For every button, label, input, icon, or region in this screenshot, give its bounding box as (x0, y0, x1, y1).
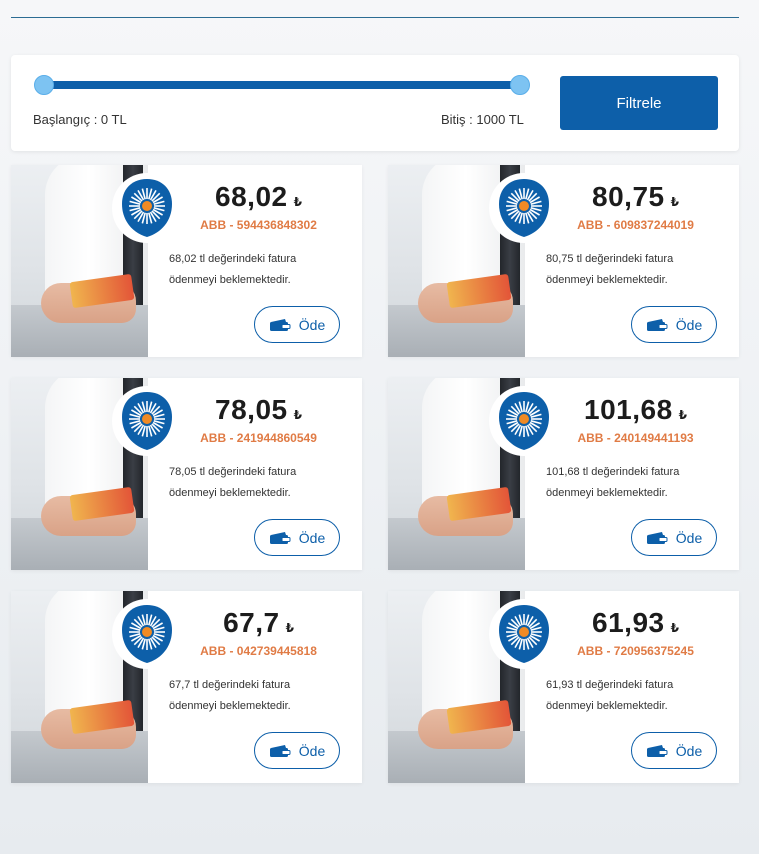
currency-symbol: ₺ (293, 195, 302, 209)
bill-description: 101,68 tl değerindeki fatura ödenmeyi be… (546, 466, 680, 499)
pay-button[interactable]: Öde (254, 732, 340, 769)
bill-amount: 101,68 (584, 394, 673, 425)
bill-card: 67,7 ₺ ABB - 042739445818 67,7 tl değerin… (11, 591, 362, 783)
wallet-icon (269, 318, 291, 332)
bill-amount: 67,7 (223, 607, 280, 638)
subscriber-number: ABB - 609837244019 (577, 218, 694, 232)
bill-description: 61,93 tl değerindeki fatura ödenmeyi bek… (546, 679, 674, 712)
range-start-label: Başlangıç : 0 TL (33, 112, 127, 127)
currency-symbol: ₺ (293, 408, 302, 422)
top-divider (11, 17, 739, 18)
pay-button-label: Öde (298, 316, 326, 333)
abb-sun-logo-icon (122, 392, 172, 450)
bill-amount: 78,05 (215, 394, 288, 425)
abb-sun-logo-icon (122, 605, 172, 663)
wallet-icon (269, 318, 291, 331)
wallet-icon (269, 744, 291, 758)
pay-button[interactable]: Öde (254, 306, 340, 343)
slider-handle-end[interactable] (510, 75, 530, 95)
bill-card: 61,93 ₺ ABB - 720956375245 61,93 tl değer… (388, 591, 739, 783)
currency-symbol: ₺ (678, 408, 687, 422)
abb-sun-logo-icon (122, 179, 172, 237)
bill-description: 78,05 tl değerindeki fatura ödenmeyi bek… (169, 466, 297, 499)
wallet-icon (646, 744, 668, 758)
subscriber-number: ABB - 042739445818 (200, 644, 317, 658)
pay-button[interactable]: Öde (254, 519, 340, 556)
abb-sun-logo-icon (499, 392, 549, 450)
wallet-icon (646, 744, 668, 757)
pay-button-label: Öde (675, 742, 703, 759)
filter-panel: Başlangıç : 0 TL Bitiş : 1000 TL Filtrel… (11, 55, 739, 151)
wallet-icon (269, 531, 291, 544)
pay-button[interactable]: Öde (631, 732, 717, 769)
pay-button-label: Öde (675, 316, 703, 333)
currency-symbol: ₺ (285, 621, 294, 635)
wallet-icon (646, 318, 668, 331)
subscriber-number: ABB - 241944860549 (200, 431, 317, 445)
price-range-slider-track[interactable] (44, 81, 519, 89)
abb-sun-logo-icon (499, 605, 549, 663)
bill-card: 68,02 ₺ ABB - 594436848302 68,02 tl değer… (11, 165, 362, 357)
bill-card: 78,05 ₺ ABB - 241944860549 78,05 tl değer… (11, 378, 362, 570)
pay-button-label: Öde (298, 742, 326, 759)
bill-amount: 80,75 (592, 181, 665, 212)
pay-button-label: Öde (298, 529, 326, 546)
pay-button-label: Öde (675, 529, 703, 546)
pay-button[interactable]: Öde (631, 306, 717, 343)
wallet-icon (646, 531, 668, 544)
bill-card: 101,68 ₺ ABB - 240149441193 101,68 tl değ… (388, 378, 739, 570)
filter-button[interactable]: Filtrele (560, 76, 718, 130)
bill-amount: 61,93 (592, 607, 665, 638)
slider-handle-start[interactable] (34, 75, 54, 95)
abb-sun-logo-icon (499, 179, 549, 237)
currency-symbol: ₺ (670, 621, 679, 635)
subscriber-number: ABB - 240149441193 (577, 431, 694, 445)
wallet-icon (269, 531, 291, 545)
pay-button[interactable]: Öde (631, 519, 717, 556)
wallet-icon (646, 318, 668, 332)
bill-description: 68,02 tl değerindeki fatura ödenmeyi bek… (169, 253, 297, 286)
bill-description: 67,7 tl değerindeki fatura ödenmeyi bekl… (169, 679, 291, 712)
subscriber-number: ABB - 720956375245 (577, 644, 694, 658)
bill-description: 80,75 tl değerindeki fatura ödenmeyi bek… (546, 253, 674, 286)
range-end-label: Bitiş : 1000 TL (441, 112, 524, 127)
bill-amount: 68,02 (215, 181, 288, 212)
subscriber-number: ABB - 594436848302 (200, 218, 317, 232)
bill-card: 80,75 ₺ ABB - 609837244019 80,75 tl değer… (388, 165, 739, 357)
wallet-icon (646, 531, 668, 545)
currency-symbol: ₺ (670, 195, 679, 209)
wallet-icon (269, 744, 291, 757)
